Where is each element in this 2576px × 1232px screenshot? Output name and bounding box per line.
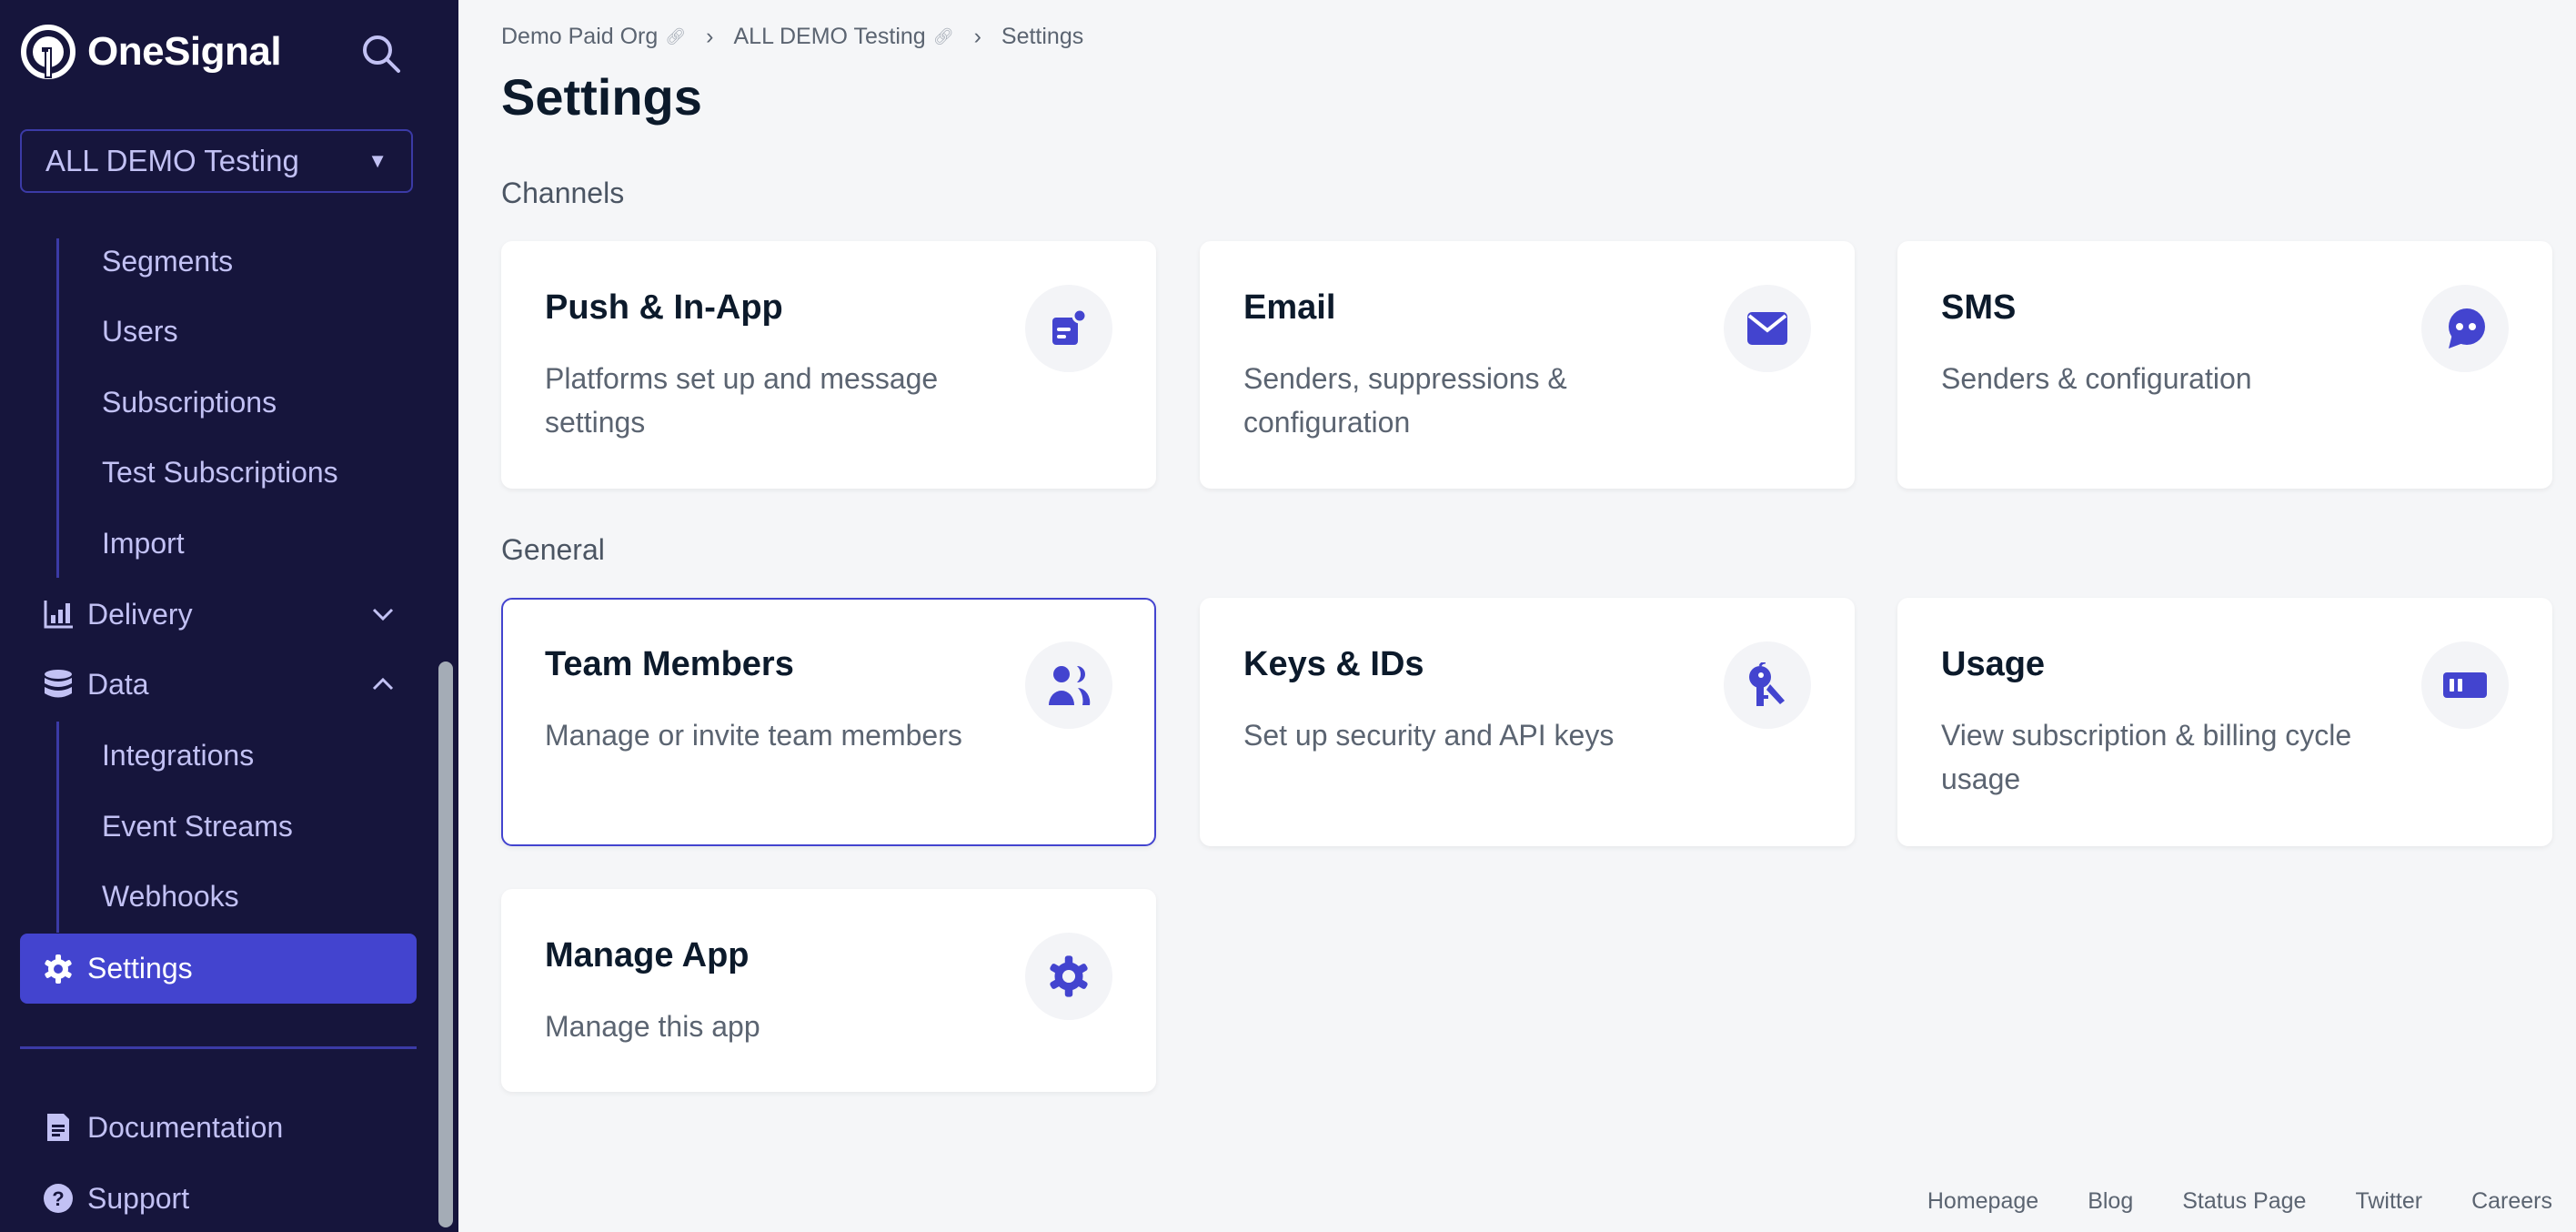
gear-icon <box>42 953 75 985</box>
footer-link-status-page[interactable]: Status Page <box>2182 1188 2306 1215</box>
card-description: View subscription & billing cycle usage <box>1941 719 2352 795</box>
chevron-down-icon[interactable] <box>369 601 397 628</box>
card-title: Email <box>1243 288 1336 327</box>
brand-name: OneSignal <box>87 29 282 74</box>
sidebar-item-label: Integrations <box>102 738 255 772</box>
sidebar-item-settings[interactable]: Settings <box>20 934 417 1004</box>
sidebar-item-import[interactable]: Import <box>20 510 417 577</box>
link-icon[interactable]: 🔗︎ <box>933 27 954 46</box>
caret-down-icon: ▼ <box>367 149 387 172</box>
sidebar-divider <box>20 1046 417 1049</box>
users-icon <box>1025 641 1112 729</box>
sidebar-item-label: Subscriptions <box>102 385 277 419</box>
sidebar-item-label: Users <box>102 314 178 348</box>
breadcrumb-org[interactable]: Demo Paid Org <box>501 24 658 50</box>
breadcrumb-separator: › <box>706 24 714 49</box>
sidebar-item-webhooks[interactable]: Webhooks <box>20 863 417 930</box>
card-description: Senders & configuration <box>1941 362 2252 395</box>
search-button[interactable] <box>360 33 402 75</box>
card-push-in-app[interactable]: Push & In-App Platforms set up and messa… <box>501 241 1156 489</box>
card-usage[interactable]: Usage View subscription & billing cycle … <box>1897 598 2552 846</box>
breadcrumb-current: Settings <box>1001 24 1084 49</box>
sidebar-item-support[interactable]: ? Support <box>20 1165 417 1232</box>
sidebar-item-event-streams[interactable]: Event Streams <box>20 793 417 860</box>
card-title: Manage App <box>545 936 750 974</box>
sidebar-item-label: Import <box>102 526 185 560</box>
onesignal-logo-icon <box>21 25 75 79</box>
breadcrumb-app[interactable]: ALL DEMO Testing <box>733 24 925 50</box>
sidebar-item-data[interactable]: Data <box>20 651 417 718</box>
onesignal-logo[interactable]: OneSignal <box>20 24 282 80</box>
sidebar-item-label: Delivery <box>87 597 193 631</box>
chevron-up-icon[interactable] <box>369 671 397 698</box>
keys-icon <box>1724 641 1811 729</box>
gear-icon <box>1025 933 1112 1020</box>
breadcrumb-separator: › <box>973 24 981 49</box>
database-icon <box>42 668 75 701</box>
footer-link-twitter[interactable]: Twitter <box>2355 1188 2422 1215</box>
card-title: Usage <box>1941 645 2046 683</box>
card-description: Platforms set up and message settings <box>545 362 939 439</box>
card-email[interactable]: Email Senders, suppressions & configurat… <box>1200 241 1855 489</box>
footer-link-careers[interactable]: Careers <box>2471 1188 2552 1215</box>
section-label-general: General <box>501 533 605 566</box>
sidebar: OneSignal ALL DEMO Testing ▼ Segments Us… <box>0 0 458 1232</box>
sidebar-item-label: Webhooks <box>102 879 239 913</box>
card-title: Team Members <box>545 645 794 683</box>
card-description: Manage this app <box>545 1010 760 1043</box>
footer-links: Homepage Blog Status Page Twitter Career… <box>1927 1188 2552 1215</box>
sidebar-item-label: Data <box>87 667 149 701</box>
sidebar-item-label: Event Streams <box>102 809 293 843</box>
sidebar-scrollbar[interactable] <box>438 661 453 1227</box>
bar-chart-icon <box>42 598 75 631</box>
card-sms[interactable]: SMS Senders & configuration <box>1897 241 2552 489</box>
question-icon: ? <box>42 1182 75 1215</box>
section-label-channels: Channels <box>501 177 625 209</box>
sidebar-item-label: Documentation <box>87 1110 284 1144</box>
app-selector-value: ALL DEMO Testing <box>45 144 299 177</box>
page-title: Settings <box>501 68 702 126</box>
search-icon <box>363 35 400 73</box>
card-team-members[interactable]: Team Members Manage or invite team membe… <box>501 598 1156 846</box>
card-manage-app[interactable]: Manage App Manage this app <box>501 889 1156 1092</box>
chat-bubble-icon <box>2421 285 2509 372</box>
app-selector[interactable]: ALL DEMO Testing ▼ <box>20 129 413 193</box>
sidebar-item-test-subscriptions[interactable]: Test Subscriptions <box>20 439 417 506</box>
sidebar-item-label: Segments <box>102 244 234 278</box>
document-icon <box>42 1111 75 1144</box>
link-icon[interactable]: 🔗︎ <box>665 27 686 46</box>
sidebar-item-label: Settings <box>87 952 193 985</box>
svg-text:?: ? <box>52 1187 64 1210</box>
sidebar-item-label: Support <box>87 1181 190 1215</box>
sidebar-item-segments[interactable]: Segments <box>20 227 417 295</box>
card-title: Push & In-App <box>545 288 783 327</box>
card-description: Senders, suppressions & configuration <box>1243 362 1567 439</box>
sidebar-item-label: Test Subscriptions <box>102 455 338 489</box>
envelope-icon <box>1724 285 1811 372</box>
footer-link-homepage[interactable]: Homepage <box>1927 1188 2038 1215</box>
sidebar-item-delivery[interactable]: Delivery <box>20 581 417 648</box>
sidebar-item-subscriptions[interactable]: Subscriptions <box>20 369 417 436</box>
card-description: Set up security and API keys <box>1243 719 1615 752</box>
card-title: Keys & IDs <box>1243 645 1424 683</box>
sidebar-item-users[interactable]: Users <box>20 298 417 365</box>
card-description: Manage or invite team members <box>545 719 962 752</box>
sidebar-item-documentation[interactable]: Documentation <box>20 1094 417 1161</box>
push-notification-icon <box>1025 285 1112 372</box>
footer-link-blog[interactable]: Blog <box>2088 1188 2133 1215</box>
card-keys-ids[interactable]: Keys & IDs Set up security and API keys <box>1200 598 1855 846</box>
breadcrumb: Demo Paid Org 🔗︎ › ALL DEMO Testing 🔗︎ ›… <box>501 24 1083 50</box>
card-title: SMS <box>1941 288 2017 327</box>
usage-meter-icon <box>2421 641 2509 729</box>
sidebar-item-integrations[interactable]: Integrations <box>20 722 417 789</box>
